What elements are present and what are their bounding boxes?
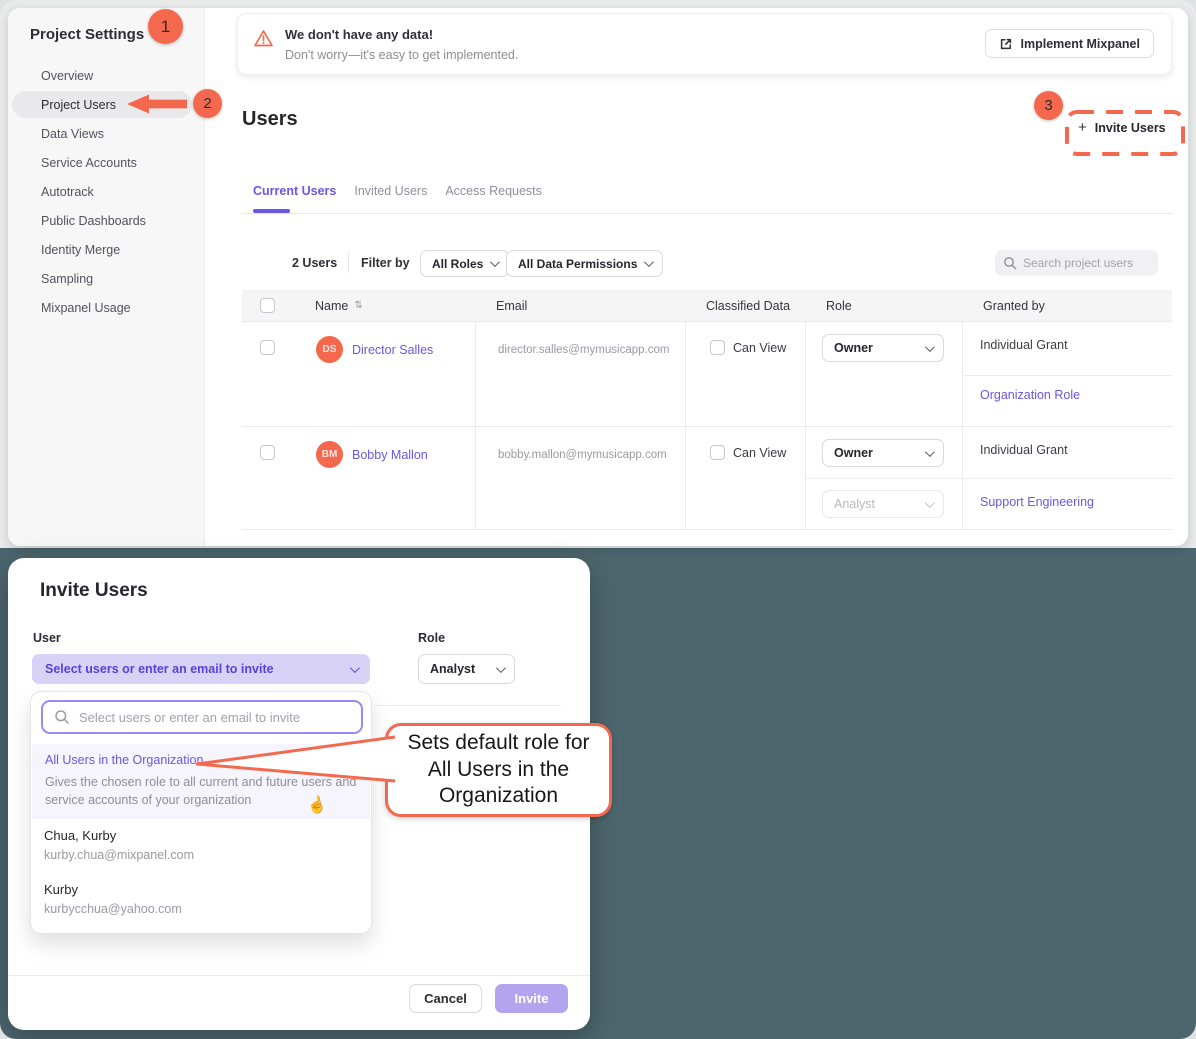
sidebar-item-data-views[interactable]: Data Views — [8, 119, 204, 148]
role-dropdown-disabled: Analyst — [822, 490, 944, 518]
header-classified-data: Classified Data — [686, 290, 806, 321]
tab-current-users[interactable]: Current Users — [253, 184, 336, 198]
option-user[interactable]: Kurby kurbycchua@yahoo.com — [44, 882, 182, 916]
role-field-label: Role — [418, 631, 445, 645]
step-2-badge: 2 — [193, 89, 222, 118]
user-email: bobby.mallon@mymusicapp.com — [498, 449, 667, 461]
chevron-down-icon — [925, 498, 935, 508]
sidebar-item-overview[interactable]: Overview — [8, 61, 204, 90]
table-header-row: Name ⇅ Email Classified Data Role Grante… — [242, 290, 1172, 322]
user-select-dropdown[interactable]: Select users or enter an email to invite — [32, 654, 370, 684]
sidebar-item-identity-merge[interactable]: Identity Merge — [8, 235, 204, 264]
cancel-button[interactable]: Cancel — [409, 984, 482, 1013]
step-3-badge: 3 — [1034, 91, 1063, 120]
organization-role-link[interactable]: Organization Role — [980, 388, 1080, 402]
header-role: Role — [806, 290, 963, 321]
sort-icon[interactable]: ⇅ — [354, 300, 362, 311]
sidebar-item-public-dashboards[interactable]: Public Dashboards — [8, 206, 204, 235]
callout-bubble: Sets default role for All Users in the O… — [385, 723, 612, 817]
table-row: DS Director Salles director.salles@mymus… — [242, 322, 1172, 427]
role-dropdown[interactable]: Owner — [822, 334, 944, 362]
callout-text: Sets default role for All Users in the O… — [396, 730, 601, 810]
form-divider — [375, 705, 561, 706]
invite-users-button[interactable]: + Invite Users — [1078, 119, 1166, 136]
search-icon — [1003, 256, 1017, 270]
user-name-link[interactable]: Bobby Mallon — [352, 448, 428, 462]
footer-divider — [8, 975, 590, 976]
user-name-link[interactable]: Director Salles — [352, 343, 433, 357]
option-user[interactable]: Chua, Kurby kurby.chua@mixpanel.com — [44, 828, 194, 862]
sidebar-title: Project Settings — [30, 26, 144, 43]
row-checkbox[interactable] — [260, 340, 275, 355]
users-tabs: Current Users Invited Users Access Reque… — [253, 184, 542, 198]
user-field-label: User — [33, 631, 61, 645]
avatar: BM — [316, 441, 343, 468]
no-data-banner: We don't have any data! Don't worry—it's… — [237, 13, 1172, 75]
role-dropdown[interactable]: Owner — [822, 439, 944, 467]
pointer-cursor-icon: ☝ — [305, 793, 329, 817]
row-checkbox[interactable] — [260, 445, 275, 460]
screenshot-root: Project Settings Overview Project Users … — [0, 0, 1196, 1039]
cell-divider — [963, 375, 1172, 376]
tab-invited-users[interactable]: Invited Users — [354, 184, 427, 198]
invite-users-area: + Invite Users — [1064, 109, 1186, 157]
page-title: Users — [242, 108, 298, 131]
cell-divider — [963, 478, 1172, 479]
can-view-checkbox[interactable] — [710, 340, 725, 355]
cell-divider — [806, 478, 962, 479]
external-link-icon — [999, 37, 1013, 51]
chevron-down-icon — [350, 663, 360, 673]
table-row: BM Bobby Mallon bobby.mallon@mymusicapp.… — [242, 427, 1172, 530]
header-name: Name ⇅ — [295, 290, 476, 321]
implement-mixpanel-button[interactable]: Implement Mixpanel — [985, 29, 1154, 58]
roles-filter-dropdown[interactable]: All Roles — [420, 250, 509, 277]
filter-by-label: Filter by — [361, 256, 410, 270]
granted-by-value: Individual Grant — [980, 338, 1068, 352]
step-2-arrow-icon — [126, 93, 188, 115]
settings-sidebar: Project Settings Overview Project Users … — [8, 8, 205, 546]
header-email: Email — [476, 290, 686, 321]
settings-content: We don't have any data! Don't worry—it's… — [205, 8, 1188, 546]
chevron-down-icon — [925, 342, 935, 352]
search-input[interactable] — [1023, 256, 1143, 270]
chevron-down-icon — [925, 447, 935, 457]
banner-subtitle: Don't worry—it's easy to get implemented… — [285, 48, 518, 62]
sidebar-item-autotrack[interactable]: Autotrack — [8, 177, 204, 206]
can-view-checkbox[interactable] — [710, 445, 725, 460]
invite-button[interactable]: Invite — [495, 984, 568, 1013]
granted-by-value: Individual Grant — [980, 443, 1068, 457]
filter-separator — [348, 253, 349, 273]
header-granted-by: Granted by — [963, 290, 1172, 321]
user-count: 2 Users — [292, 256, 337, 270]
tab-access-requests[interactable]: Access Requests — [445, 184, 542, 198]
support-engineering-link[interactable]: Support Engineering — [980, 495, 1094, 509]
modal-title: Invite Users — [40, 580, 148, 602]
project-settings-window: Project Settings Overview Project Users … — [8, 8, 1188, 546]
banner-title: We don't have any data! — [285, 27, 433, 42]
search-project-users-box[interactable] — [995, 250, 1158, 276]
sidebar-item-sampling[interactable]: Sampling — [8, 264, 204, 293]
role-select-dropdown[interactable]: Analyst — [418, 654, 515, 684]
users-table: Name ⇅ Email Classified Data Role Grante… — [242, 290, 1172, 530]
search-icon — [54, 709, 70, 725]
chevron-down-icon — [644, 257, 654, 267]
callout-tail — [190, 718, 400, 788]
warning-icon — [253, 29, 274, 48]
sidebar-item-mixpanel-usage[interactable]: Mixpanel Usage — [8, 293, 204, 322]
plus-icon: + — [1078, 119, 1087, 136]
select-all-checkbox[interactable] — [260, 298, 275, 313]
step-1-badge: 1 — [148, 9, 183, 44]
chevron-down-icon — [490, 257, 500, 267]
tabs-divider — [242, 213, 1172, 214]
data-permissions-filter-dropdown[interactable]: All Data Permissions — [506, 250, 663, 277]
user-email: director.salles@mymusicapp.com — [498, 344, 669, 356]
chevron-down-icon — [496, 663, 506, 673]
avatar: DS — [316, 336, 343, 363]
sidebar-item-service-accounts[interactable]: Service Accounts — [8, 148, 204, 177]
